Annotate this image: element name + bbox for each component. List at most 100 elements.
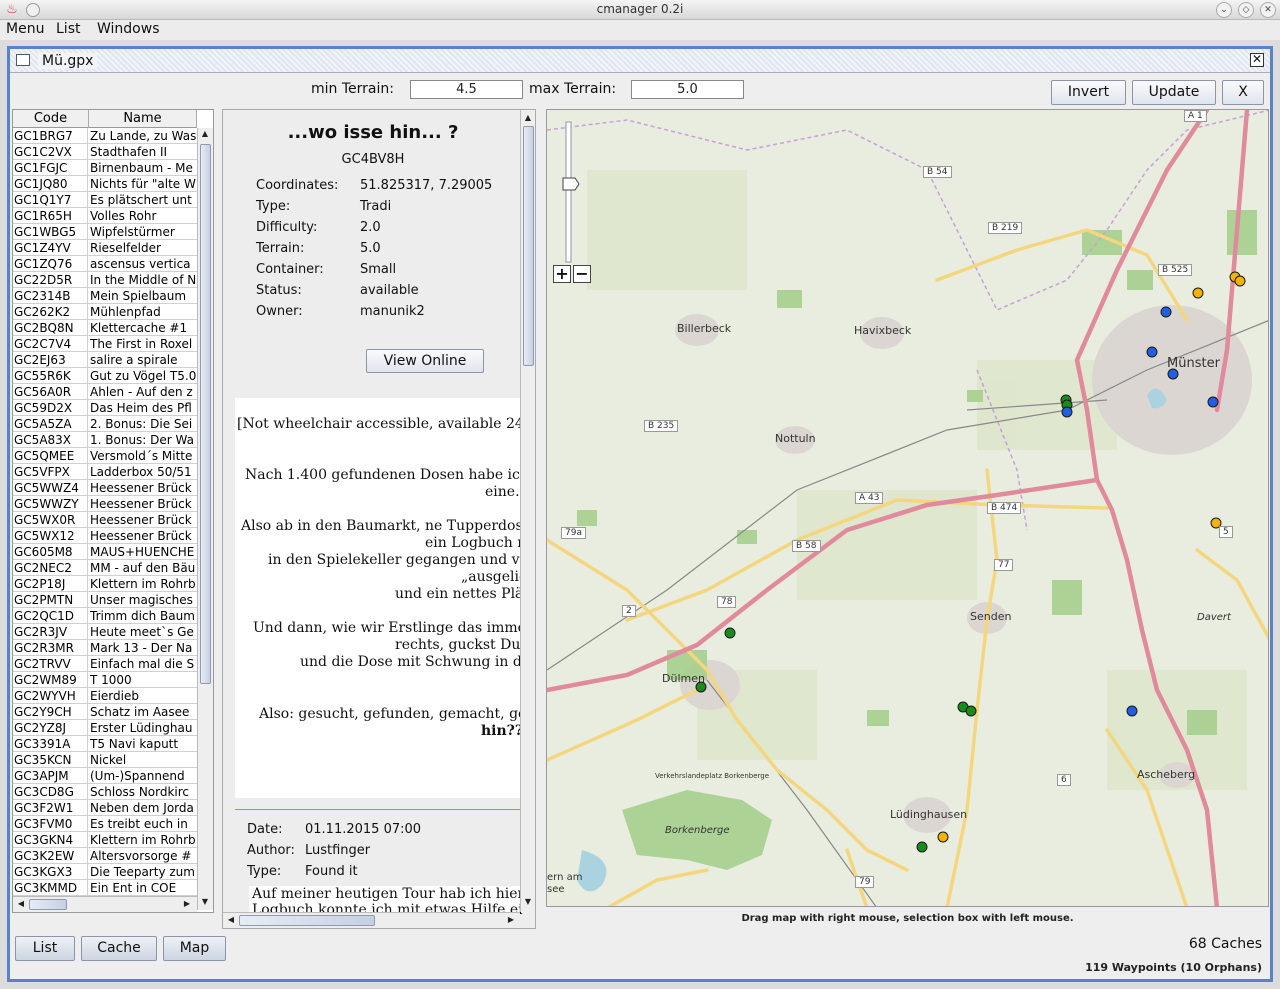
waypoint-count: 119 Waypoints (10 Orphans) xyxy=(1085,961,1262,974)
table-row[interactable]: GC22D5R In the Middle of N xyxy=(13,272,197,288)
table-row[interactable]: GC3CD8G Schloss Nordkirc xyxy=(13,784,197,800)
table-row[interactable]: GC2R3JV Heute meet`s Ge xyxy=(13,624,197,640)
table-row[interactable]: GC1FGJC Birnenbaum - Me xyxy=(13,160,197,176)
table-row[interactable]: GC2TRVV Einfach mal die S xyxy=(13,656,197,672)
invert-button[interactable]: Invert xyxy=(1051,80,1126,105)
table-row[interactable]: GC55R6K Gut zu Vögel T5.0 xyxy=(13,368,197,384)
tab-cache[interactable]: Cache xyxy=(81,936,157,961)
cell-name: Eierdieb xyxy=(90,689,139,703)
detail-hscroll-thumb[interactable] xyxy=(239,915,375,926)
menu-menu[interactable]: Menu xyxy=(6,21,44,37)
cell-name: Heessener Brück xyxy=(90,497,192,511)
detail-scroll-thumb[interactable] xyxy=(523,126,534,366)
table-row[interactable]: GC5QMEE Versmold´s Mitte xyxy=(13,448,197,464)
scroll-left-arrow-icon[interactable]: ◀ xyxy=(225,914,237,926)
table-row[interactable]: GC605M8 MAUS+HUENCHE xyxy=(13,544,197,560)
map-canvas[interactable] xyxy=(547,110,1269,907)
frame-close-button[interactable]: ✕ xyxy=(1250,53,1264,67)
list-vertical-scrollbar[interactable]: ▲ ▼ xyxy=(197,128,213,910)
max-terrain-input[interactable]: 5.0 xyxy=(631,80,744,99)
zoom-in-button[interactable]: + xyxy=(553,265,571,283)
table-row[interactable]: GC3F2W1 Neben dem Jorda xyxy=(13,800,197,816)
table-row[interactable]: GC2QC1D Trimm dich Baum xyxy=(13,608,197,624)
table-row[interactable]: GC5A83X 1. Bonus: Der Wa xyxy=(13,432,197,448)
table-row[interactable]: GC2PMTN Unser magisches xyxy=(13,592,197,608)
scroll-left-arrow-icon[interactable]: ◀ xyxy=(15,898,27,910)
table-row[interactable]: GC2BQ8N Klettercache #1 xyxy=(13,320,197,336)
table-row[interactable]: GC56A0R Ahlen - Auf den z xyxy=(13,384,197,400)
table-row[interactable]: GC3KMMD Ein Ent in COE xyxy=(13,880,197,896)
table-row[interactable]: GC2314B Mein Spielbaum xyxy=(13,288,197,304)
table-row[interactable]: GC3APJM (Um-)Spannend xyxy=(13,768,197,784)
scroll-right-arrow-icon[interactable]: ▶ xyxy=(505,914,517,926)
list-horizontal-scrollbar[interactable]: ◀ ▶ xyxy=(13,896,197,912)
scroll-right-arrow-icon[interactable]: ▶ xyxy=(181,898,193,910)
tab-map[interactable]: Map xyxy=(163,936,226,961)
table-row[interactable]: GC1Q1Y7 Es plätschert unt xyxy=(13,192,197,208)
update-button[interactable]: Update xyxy=(1132,80,1216,105)
min-terrain-input[interactable]: 4.5 xyxy=(410,80,523,99)
list-hscroll-thumb[interactable] xyxy=(29,899,67,910)
table-row[interactable]: GC5WWZY Heessener Brück xyxy=(13,496,197,512)
menu-windows[interactable]: Windows xyxy=(97,21,160,37)
cell-code: GC3CD8G xyxy=(14,784,88,799)
table-row[interactable]: GC5VFPX Ladderbox 50/51 xyxy=(13,464,197,480)
cell-name: T5 Navi kaputt xyxy=(90,737,179,751)
cache-code: GC4BV8H xyxy=(341,152,405,167)
table-row[interactable]: GC3391A T5 Navi kaputt xyxy=(13,736,197,752)
minimize-button[interactable]: ⌄ xyxy=(1216,2,1232,18)
detail-vertical-scrollbar[interactable]: ▲ ▼ xyxy=(520,110,535,912)
table-row[interactable]: GC1JQ80 Nichts für "alte W xyxy=(13,176,197,192)
table-row[interactable]: GC2NEC2 MM - auf den Bäu xyxy=(13,560,197,576)
maximize-button[interactable]: ◇ xyxy=(1238,2,1254,18)
table-row[interactable]: GC35KCN Nickel xyxy=(13,752,197,768)
filter-close-button[interactable]: X xyxy=(1222,80,1264,105)
map-view[interactable]: Münster Billerbeck Havixbeck Nottuln Senden D… xyxy=(546,109,1269,907)
cache-list-table: Code Name GC1BRG7Zu Lande, zu WasserGC1C… xyxy=(12,109,214,913)
cache-count: 68 Caches xyxy=(1188,936,1262,952)
table-row[interactable]: GC5A5ZA 2. Bonus: Die Sei xyxy=(13,416,197,432)
table-row[interactable]: GC2P18J Klettern im Rohrb xyxy=(13,576,197,592)
table-row[interactable]: GC3GKN4 Klettern im Rohrb xyxy=(13,832,197,848)
table-row[interactable]: GC2WM89 T 1000 xyxy=(13,672,197,688)
detail-horizontal-scrollbar[interactable]: ◀ ▶ xyxy=(223,912,520,928)
table-row[interactable]: GC2WYVH Eierdieb xyxy=(13,688,197,704)
cell-name: Rieselfelder xyxy=(90,241,161,255)
close-window-button[interactable]: ✕ xyxy=(1260,2,1276,18)
column-header-name[interactable]: Name xyxy=(89,110,197,128)
table-row[interactable]: GC2Y9CH Schatz im Aasee xyxy=(13,704,197,720)
table-row[interactable]: GC59D2X Das Heim des Pfl xyxy=(13,400,197,416)
table-row[interactable]: GC1ZQ76 ascensus vertica xyxy=(13,256,197,272)
document-icon xyxy=(16,54,30,66)
table-row[interactable]: GC2R3MR Mark 13 - Der Na xyxy=(13,640,197,656)
table-row[interactable]: GC1C2VX Stadthafen II xyxy=(13,144,197,160)
table-row[interactable]: GC2EJ63 salire a spirale xyxy=(13,352,197,368)
table-row[interactable]: GC2C7V4 The First in Roxel xyxy=(13,336,197,352)
column-header-code[interactable]: Code xyxy=(13,110,89,128)
table-row[interactable]: GC1R65H Volles Rohr xyxy=(13,208,197,224)
menu-list[interactable]: List xyxy=(56,21,80,37)
table-row[interactable]: GC3K2EW Altersvorsorge # xyxy=(13,848,197,864)
scroll-up-arrow-icon[interactable]: ▲ xyxy=(522,112,534,124)
cell-name: Wipfelstürmer xyxy=(90,225,175,239)
zoom-out-button[interactable]: − xyxy=(573,265,591,283)
scroll-down-arrow-icon[interactable]: ▼ xyxy=(199,896,211,908)
scroll-down-arrow-icon[interactable]: ▼ xyxy=(522,896,534,908)
scroll-up-arrow-icon[interactable]: ▲ xyxy=(199,128,211,140)
table-row[interactable]: GC5WX0R Heessener Brück xyxy=(13,512,197,528)
cell-name: Die Teeparty zum xyxy=(90,865,195,879)
table-row[interactable]: GC1WBG5 Wipfelstürmer xyxy=(13,224,197,240)
description-line: Also: gesucht, gefunden, gemacht, ge xyxy=(259,706,523,722)
tab-list[interactable]: List xyxy=(15,936,75,961)
table-row[interactable]: GC3FVM0 Es treibt euch in xyxy=(13,816,197,832)
table-row[interactable]: GC5WX12 Heessener Brück xyxy=(13,528,197,544)
table-row[interactable]: GC1Z4YV Rieselfelder xyxy=(13,240,197,256)
table-row[interactable]: GC3KGX3 Die Teeparty zum xyxy=(13,864,197,880)
cell-name: Heute meet`s Ge xyxy=(90,625,194,639)
table-row[interactable]: GC1BRG7Zu Lande, zu Wasser xyxy=(13,128,197,144)
table-row[interactable]: GC5WWZ4 Heessener Brück xyxy=(13,480,197,496)
list-scroll-thumb[interactable] xyxy=(200,144,211,684)
table-row[interactable]: GC2YZ8J Erster Lüdinghau xyxy=(13,720,197,736)
view-online-button[interactable]: View Online xyxy=(366,349,484,373)
table-row[interactable]: GC262K2 Mühlenpfad xyxy=(13,304,197,320)
